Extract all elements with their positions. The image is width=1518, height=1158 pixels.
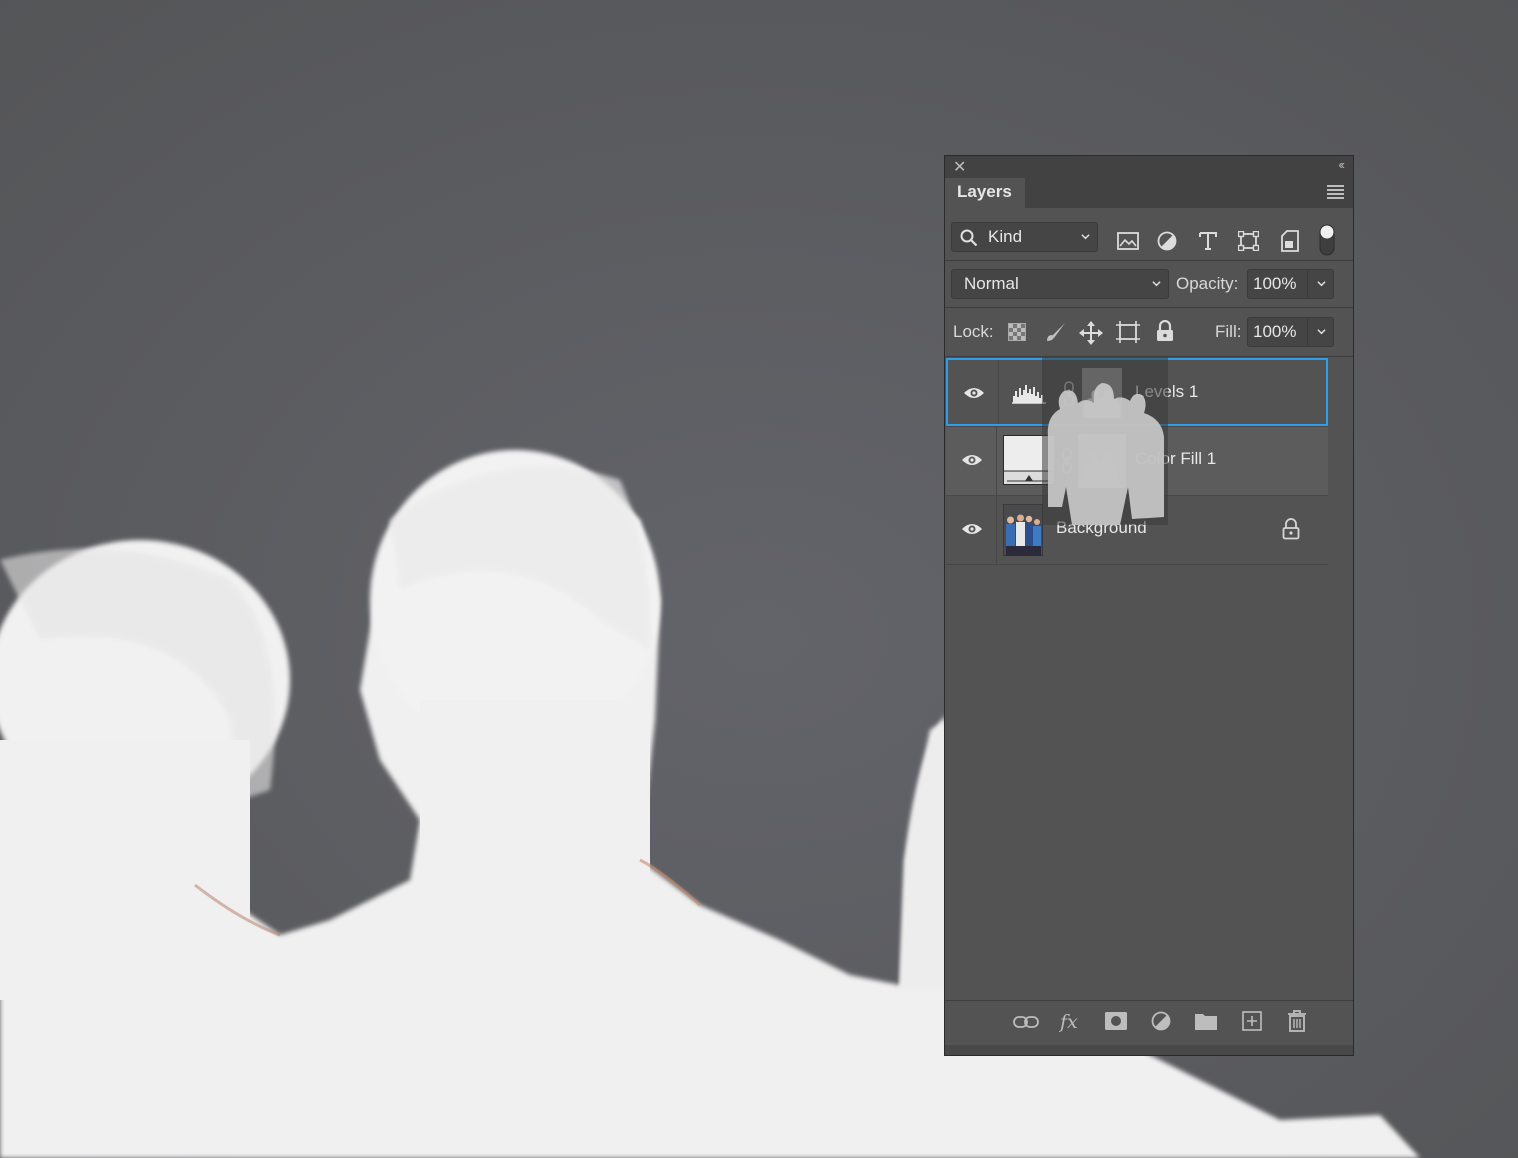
lock-label: Lock:	[953, 322, 994, 341]
adjustment-filter-icon[interactable]	[1157, 231, 1177, 251]
new-adjustment-icon[interactable]	[1151, 1011, 1171, 1031]
fx-icon[interactable]: fx	[1059, 1010, 1083, 1034]
blend-mode-dropdown[interactable]: Normal	[951, 269, 1169, 299]
panel-resize-grip[interactable]	[945, 1045, 1353, 1055]
chevron-down-icon	[1317, 281, 1326, 287]
close-icon[interactable]: ✕	[953, 157, 966, 177]
filter-row: Kind	[945, 208, 1353, 260]
opacity-input[interactable]: 100%	[1247, 269, 1308, 299]
divider	[945, 356, 1353, 357]
layer-name[interactable]: Background	[1056, 518, 1147, 538]
new-group-icon[interactable]	[1195, 1012, 1217, 1030]
layer-mask-thumbnail[interactable]	[1078, 434, 1126, 488]
layer-name[interactable]: Levels 1	[1135, 382, 1198, 402]
blend-row: Normal Opacity: 100%	[945, 261, 1353, 307]
chevron-down-icon	[1152, 281, 1161, 287]
layer-mask-thumbnail[interactable]	[1082, 368, 1122, 418]
visibility-eye-icon[interactable]	[961, 452, 983, 468]
layer-row-color-fill-1[interactable]: Color Fill 1	[946, 427, 1328, 495]
fill-input[interactable]: 100%	[1247, 317, 1308, 347]
visibility-eye-icon[interactable]	[961, 521, 983, 537]
fill-dropdown[interactable]	[1308, 317, 1334, 347]
delete-layer-icon[interactable]	[1287, 1010, 1307, 1032]
lock-row: Lock: Fill: 100%	[945, 308, 1353, 356]
chevron-down-icon	[1081, 234, 1090, 240]
lock-image-pixels-icon[interactable]	[1045, 321, 1067, 343]
lock-transparent-pixels-icon[interactable]	[1008, 323, 1026, 341]
eye-column-divider	[996, 496, 997, 564]
opacity-dropdown[interactable]	[1308, 269, 1334, 299]
fill-label: Fill:	[1215, 322, 1242, 341]
smart-object-filter-icon[interactable]	[1281, 230, 1299, 252]
eye-column-divider	[998, 360, 999, 424]
layers-panel: ✕ ‹‹ Layers Kind Normal Opacity: 100% Lo…	[944, 155, 1354, 1056]
visibility-eye-icon[interactable]	[963, 385, 985, 401]
layer-row-background[interactable]: Background	[946, 496, 1328, 564]
layer-row-levels-1[interactable]: Levels 1	[946, 358, 1328, 426]
lock-artboard-icon[interactable]	[1116, 321, 1140, 343]
levels-adjustment-icon	[1012, 385, 1046, 404]
filter-kind-label: Kind	[988, 227, 1023, 246]
color-fill-thumbnail[interactable]	[1003, 435, 1055, 485]
mask-link-icon[interactable]	[1062, 381, 1076, 407]
panel-tab-row: Layers	[945, 178, 1353, 208]
tab-layers[interactable]: Layers	[945, 178, 1025, 208]
layer-name[interactable]: Color Fill 1	[1135, 449, 1216, 469]
lock-position-icon[interactable]	[1079, 321, 1103, 345]
panel-bottom-toolbar: fx	[945, 1000, 1353, 1045]
shape-filter-icon[interactable]	[1238, 231, 1259, 251]
panel-menu-icon[interactable]	[1327, 185, 1344, 199]
type-filter-icon[interactable]	[1199, 231, 1217, 251]
add-mask-icon[interactable]	[1105, 1012, 1127, 1030]
eye-column-divider	[996, 427, 997, 495]
panel-titlebar[interactable]: ✕ ‹‹	[945, 156, 1353, 178]
svg-text:fx: fx	[1059, 1011, 1078, 1033]
image-filter-icon[interactable]	[1117, 232, 1139, 250]
link-layers-icon[interactable]	[1013, 1014, 1039, 1030]
filter-kind-dropdown[interactable]: Kind	[951, 222, 1098, 252]
collapse-panel-icon[interactable]: ‹‹	[1338, 157, 1345, 172]
opacity-label: Opacity:	[1176, 274, 1239, 293]
mask-link-icon[interactable]	[1060, 448, 1074, 474]
background-image-thumbnail[interactable]	[1003, 504, 1043, 556]
layer-lock-icon[interactable]	[1282, 518, 1300, 540]
blend-mode-value: Normal	[964, 274, 1019, 293]
filter-toggle-icon[interactable]	[1319, 224, 1335, 256]
layer-separator	[946, 564, 1328, 565]
lock-all-icon[interactable]	[1156, 320, 1174, 342]
search-icon	[960, 229, 978, 247]
new-layer-icon[interactable]	[1242, 1011, 1262, 1031]
chevron-down-icon	[1317, 329, 1326, 335]
